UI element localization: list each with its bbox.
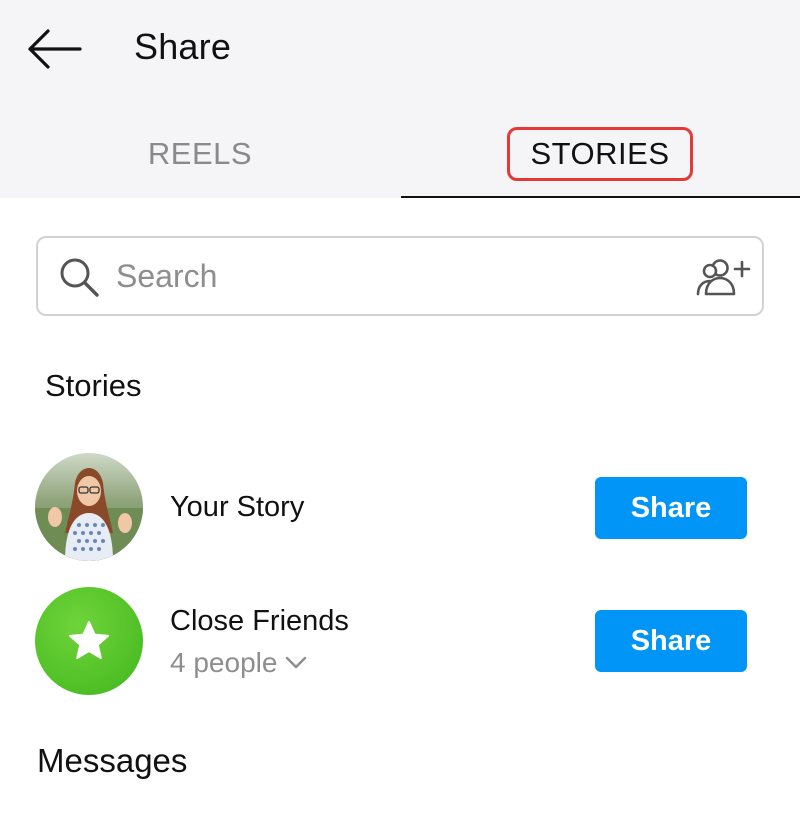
share-your-story-button[interactable]: Share xyxy=(595,477,747,539)
active-tab-indicator xyxy=(401,196,800,198)
close-friends-avatar xyxy=(35,587,143,695)
back-button[interactable] xyxy=(24,22,84,76)
list-item-your-story: Your Story Share xyxy=(0,453,800,563)
star-icon xyxy=(69,621,109,659)
tab-reels[interactable]: REELS xyxy=(0,110,400,198)
search-icon xyxy=(60,258,99,297)
page-title: Share xyxy=(134,26,232,67)
chevron-down-icon xyxy=(286,656,307,669)
your-story-label: Your Story xyxy=(170,491,305,523)
tab-reels-label: REELS xyxy=(147,136,253,171)
messages-section-title: Messages xyxy=(37,742,188,779)
share-close-friends-button[interactable]: Share xyxy=(595,610,747,672)
arrow-left-icon xyxy=(28,29,82,69)
add-people-icon[interactable] xyxy=(696,256,752,298)
search-input[interactable] xyxy=(116,248,676,304)
header-bar: Share REELS STORIES xyxy=(0,0,800,198)
tab-stories[interactable]: STORIES xyxy=(400,110,800,198)
avatar xyxy=(35,453,143,561)
close-friends-count: 4 people xyxy=(170,647,278,678)
search-box xyxy=(36,236,764,316)
close-friends-label: Close Friends xyxy=(170,605,349,637)
close-friends-count-dropdown[interactable]: 4 people xyxy=(170,647,307,679)
profile-photo xyxy=(35,453,143,561)
list-item-close-friends: Close Friends 4 people Share xyxy=(0,587,800,697)
stories-section-title: Stories xyxy=(45,368,142,403)
tab-stories-label: STORIES xyxy=(507,127,693,181)
